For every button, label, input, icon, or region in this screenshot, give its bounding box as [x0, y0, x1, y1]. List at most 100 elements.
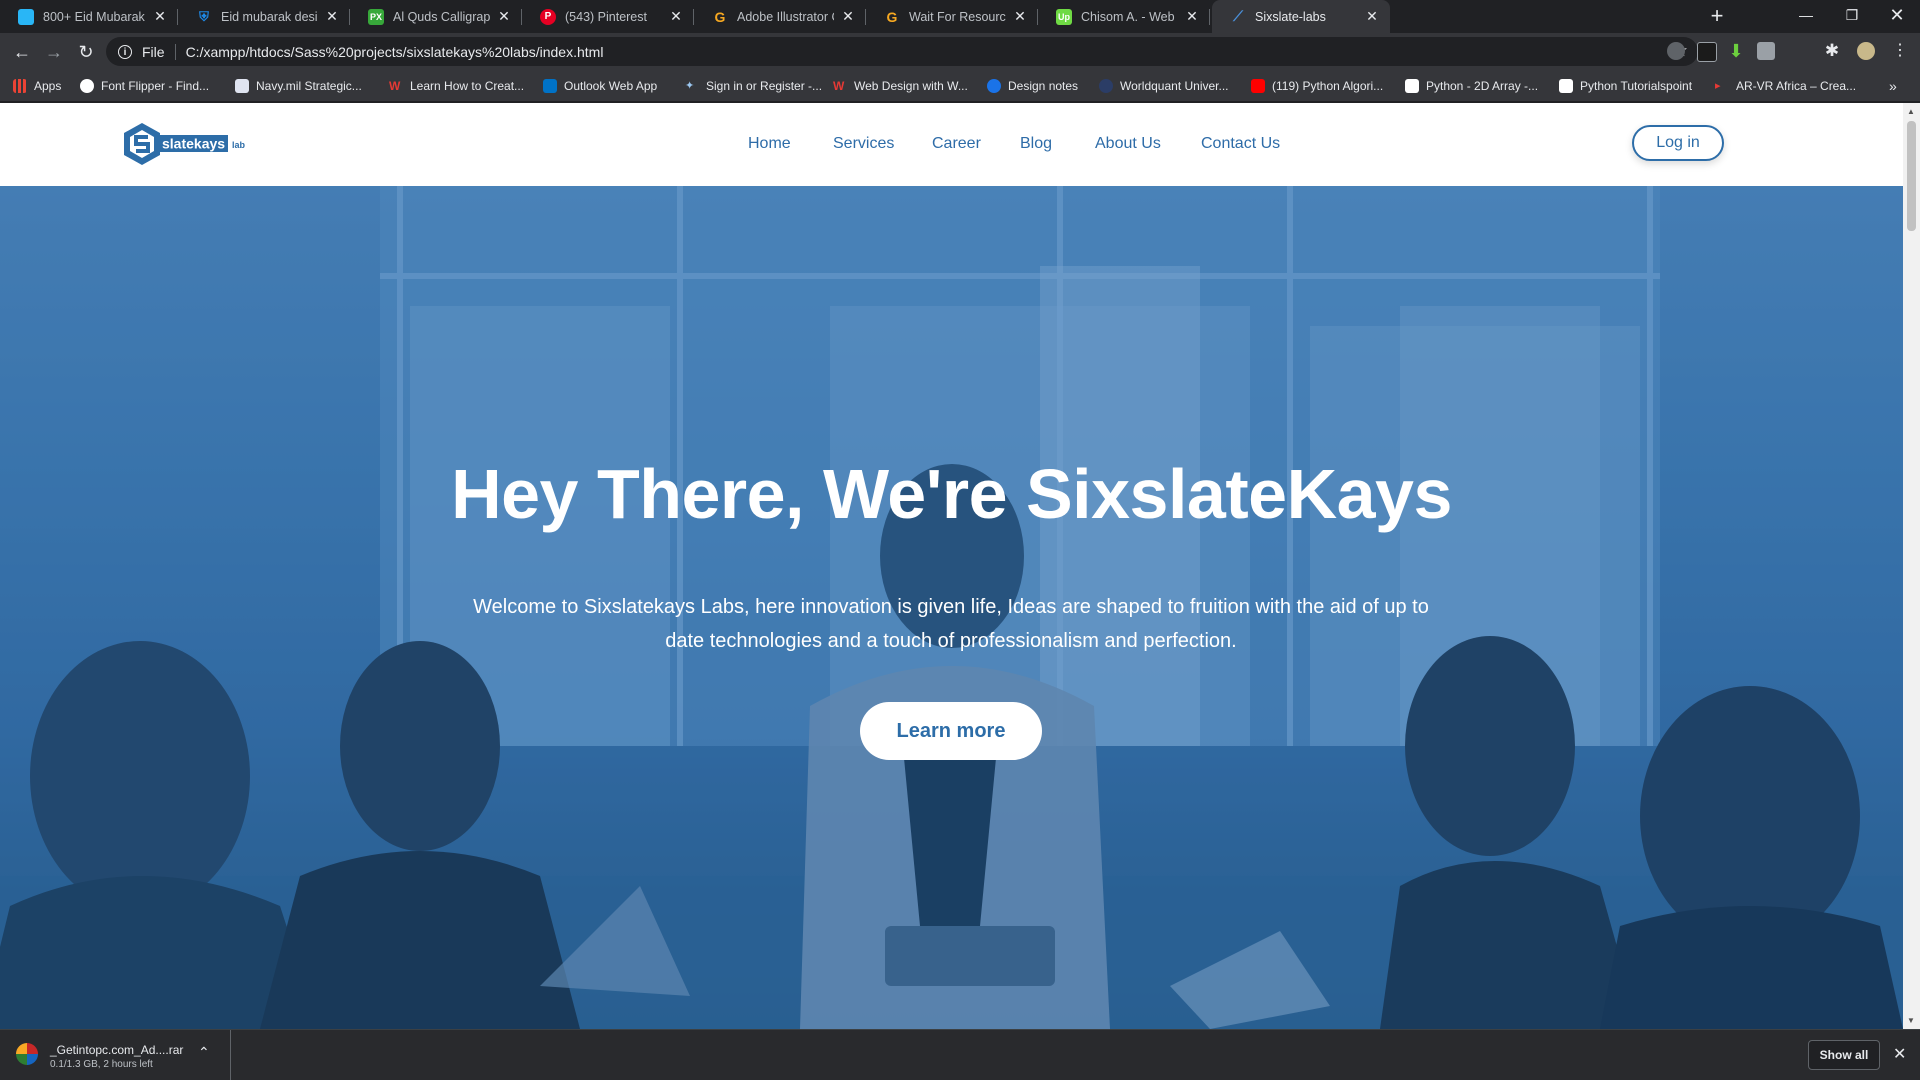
close-tab-icon[interactable]: ✕: [1364, 8, 1380, 25]
tutorialspoint-icon: [1559, 79, 1573, 93]
close-tab-icon[interactable]: ✕: [840, 8, 856, 25]
minimize-icon[interactable]: —: [1783, 0, 1829, 30]
youtube-icon: [1251, 79, 1265, 93]
browser-tab[interactable]: PX Al Quds Calligraphy Arabic ✕: [350, 0, 522, 33]
reload-icon[interactable]: ↻: [72, 38, 100, 66]
bookmark-item[interactable]: Python Tutorialspoint: [1559, 77, 1692, 95]
sixslatekays-logo[interactable]: slatekays lab: [120, 121, 260, 169]
close-tab-icon[interactable]: ✕: [1012, 8, 1028, 25]
browser-tab[interactable]: G Adobe Illustrator CC 2020 F ✕: [694, 0, 866, 33]
bookmark-label: Web Design with W...: [854, 79, 968, 93]
close-shelf-icon[interactable]: ✕: [1893, 1044, 1906, 1064]
hero-description: Welcome to Sixslatekays Labs, here innov…: [473, 596, 1429, 652]
close-window-icon[interactable]: ✕: [1874, 0, 1920, 30]
extension-shield-icon[interactable]: [1667, 42, 1685, 60]
sixslate-icon: ⟋: [1233, 8, 1243, 24]
apps-grid-icon: [13, 79, 27, 93]
browser-tab[interactable]: 800+ Eid Mubarak Customizable ✕: [0, 0, 178, 33]
bookmark-apps[interactable]: Apps: [13, 77, 61, 95]
download-arrow-icon[interactable]: ⬇: [1727, 42, 1745, 60]
arvr-icon: ▸: [1715, 80, 1721, 92]
puzzle-icon[interactable]: ✱: [1823, 42, 1841, 60]
close-tab-icon[interactable]: ✕: [152, 8, 168, 25]
bookmarks-bar: Apps Font Flipper - Find... Navy.mil Str…: [0, 70, 1920, 102]
download-shelf: _Getintopc.com_Ad....rar 0.1/1.3 GB, 2 h…: [0, 1029, 1920, 1080]
nav-blog[interactable]: Blog: [1020, 135, 1052, 153]
close-tab-icon[interactable]: ✕: [324, 8, 340, 25]
browser-tab[interactable]: G Wait For Resource ✕: [866, 0, 1038, 33]
tab-title: Chisom A. - Web developer: [1081, 9, 1178, 24]
bookmark-label: Learn How to Creat...: [410, 79, 525, 93]
menu-icon[interactable]: ⋮: [1891, 42, 1909, 60]
outlook-icon: [543, 79, 557, 93]
back-icon[interactable]: ←: [8, 38, 36, 66]
bookmark-label: (119) Python Algori...: [1272, 79, 1384, 93]
scroll-up-icon[interactable]: ▲: [1907, 107, 1915, 116]
learn-more-button[interactable]: Learn more: [860, 702, 1042, 760]
bookmark-label: Design notes: [1008, 79, 1079, 93]
bookmark-item[interactable]: W Web Design with W...: [833, 77, 968, 95]
nav-home[interactable]: Home: [748, 135, 791, 153]
tab-title: (543) Pinterest: [565, 9, 647, 24]
tutorialspoint-icon: [1405, 79, 1419, 93]
bookmark-item[interactable]: W Learn How to Creat...: [389, 77, 524, 95]
bookmark-item[interactable]: Navy.mil Strategic...: [235, 77, 362, 95]
close-tab-icon[interactable]: ✕: [668, 8, 684, 25]
tab-title: Sixslate-labs: [1255, 9, 1326, 24]
address-bar[interactable]: i File C:/xampp/htdocs/Sass%20projects/s…: [106, 37, 1698, 66]
bookmark-item[interactable]: ✦ Sign in or Register -...: [685, 77, 822, 95]
bookmark-item[interactable]: ▸ AR-VR Africa – Crea...: [1715, 77, 1856, 95]
browser-tab[interactable]: P (543) Pinterest ✕: [522, 0, 694, 33]
browser-tab[interactable]: Up Chisom A. - Web developer ✕: [1038, 0, 1210, 33]
bookmark-label: Font Flipper - Find...: [101, 79, 210, 93]
close-tab-icon[interactable]: ✕: [1184, 8, 1200, 25]
forward-icon[interactable]: →: [40, 38, 68, 66]
page-scrollbar[interactable]: ▲ ▼: [1903, 103, 1920, 1029]
pinterest-icon: P: [540, 8, 556, 25]
blue-square-icon: [18, 8, 34, 25]
nav-services[interactable]: Services: [833, 135, 894, 153]
info-icon[interactable]: i: [118, 44, 132, 59]
tab-title: Wait For Resource: [909, 9, 1006, 24]
bookmark-item[interactable]: Font Flipper - Find...: [80, 77, 209, 95]
new-tab-button[interactable]: +: [1705, 5, 1729, 29]
extension-ai-icon[interactable]: [1757, 42, 1775, 60]
download-item[interactable]: _Getintopc.com_Ad....rar 0.1/1.3 GB, 2 h…: [0, 1030, 231, 1080]
nav-career[interactable]: Career: [932, 135, 981, 153]
close-tab-icon[interactable]: ✕: [496, 8, 512, 25]
show-all-button[interactable]: Show all: [1808, 1040, 1880, 1070]
bookmark-item[interactable]: Design notes: [987, 77, 1078, 95]
web-page: slatekays lab Home Services Career Blog …: [0, 103, 1903, 1029]
login-button[interactable]: Log in: [1632, 125, 1724, 161]
nav-contact-us[interactable]: Contact Us: [1201, 135, 1280, 153]
compass-icon: [987, 79, 1001, 93]
bookmark-item[interactable]: Worldquant Univer...: [1099, 77, 1229, 95]
bookmark-label: Outlook Web App: [564, 79, 658, 93]
browser-tab[interactable]: ⛨ Eid mubarak designs Vector ✕: [178, 0, 350, 33]
scroll-down-icon[interactable]: ▼: [1907, 1016, 1915, 1025]
more-bookmarks-icon[interactable]: »: [1889, 77, 1897, 95]
bookmark-item[interactable]: (119) Python Algori...: [1251, 77, 1383, 95]
navy-icon: [235, 79, 249, 93]
divider: [174, 43, 176, 60]
bookmark-item[interactable]: Outlook Web App: [543, 77, 657, 95]
chevron-up-icon[interactable]: ⌃: [198, 1044, 210, 1061]
bookmark-item[interactable]: Python - 2D Array -...: [1405, 77, 1538, 95]
profile-avatar[interactable]: [1857, 42, 1875, 60]
tab-title: 800+ Eid Mubarak Customizable: [43, 9, 146, 24]
tab-title: Eid mubarak designs Vector: [221, 9, 318, 24]
nav-about-us[interactable]: About Us: [1095, 135, 1161, 153]
bookmark-label: Worldquant Univer...: [1120, 79, 1229, 93]
scroll-thumb[interactable]: [1907, 121, 1916, 231]
upwork-icon: Up: [1056, 8, 1072, 25]
worldquant-icon: [1099, 79, 1113, 93]
tab-title: Adobe Illustrator CC 2020 F: [737, 9, 834, 24]
px-icon: PX: [368, 8, 384, 25]
download-file-name: _Getintopc.com_Ad....rar: [50, 1043, 184, 1057]
url-text[interactable]: C:/xampp/htdocs/Sass%20projects/sixslate…: [186, 44, 604, 60]
logo-text: slatekays: [162, 136, 225, 152]
extension-cube-icon[interactable]: [1697, 42, 1717, 62]
restore-icon[interactable]: ❐: [1829, 0, 1875, 30]
bird-icon: ✦: [685, 80, 695, 92]
browser-tab-active[interactable]: ⟋ Sixslate-labs ✕: [1212, 0, 1390, 33]
